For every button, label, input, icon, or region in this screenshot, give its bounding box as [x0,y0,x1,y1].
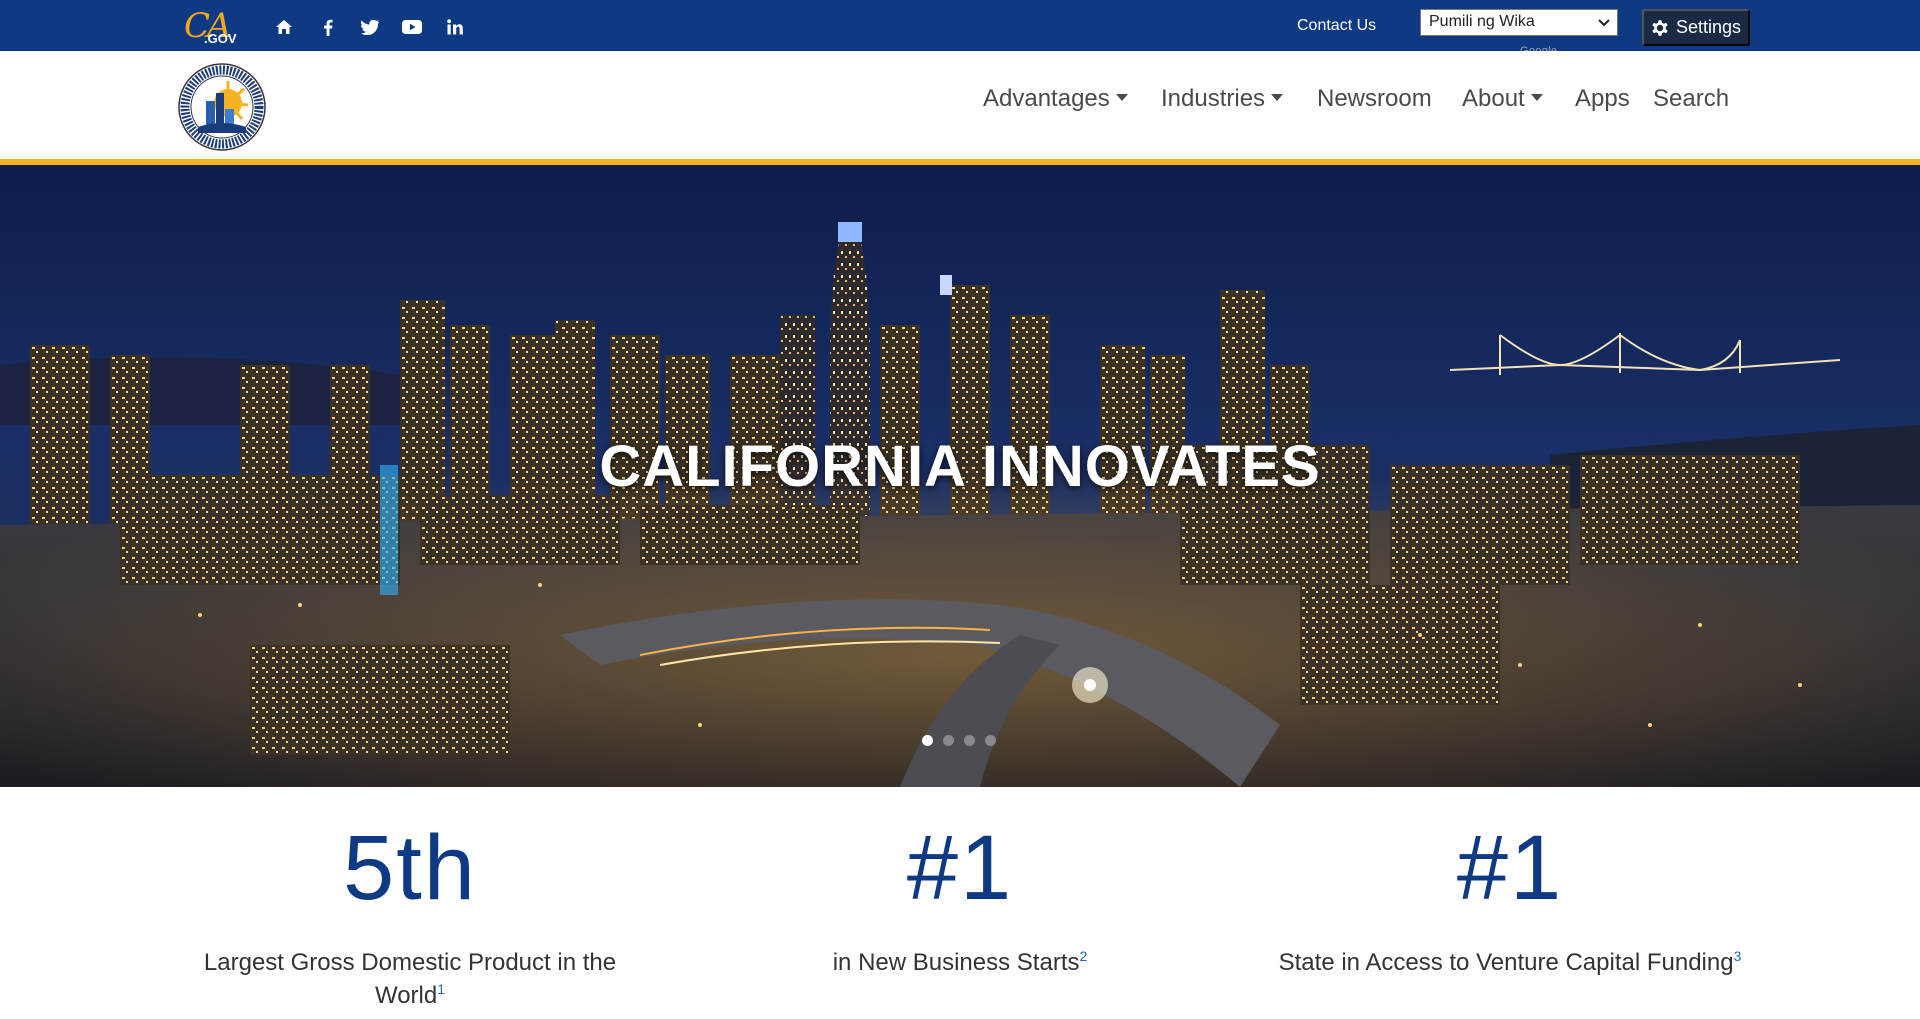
nav-item-industries[interactable]: Industries [1161,85,1284,113]
youtube-icon[interactable] [400,18,424,36]
carousel-indicators [922,735,996,746]
caret-down-icon [1530,93,1543,101]
hero-carousel[interactable]: CALIFORNIA INNOVATES [0,165,1920,787]
footnote-link[interactable]: 1 [437,981,445,997]
stat-value: #1 [906,817,1014,919]
carousel-dot[interactable] [922,735,933,746]
nav-item-label: Apps [1575,85,1630,112]
site-header: Advantages Industries Newsroom About App… [0,51,1920,159]
caret-down-icon [1271,93,1284,101]
facebook-icon[interactable] [318,18,338,36]
home-icon[interactable] [274,18,294,36]
footnote-link[interactable]: 2 [1079,948,1087,964]
stat-value: 5th [343,817,477,919]
hero-title: CALIFORNIA INNOVATES [599,434,1321,499]
nav-item-label: Advantages [983,85,1110,112]
go-biz-seal-logo[interactable] [178,63,266,151]
utility-bar: CA .GOV Contact Us Pumili ng Wika Google… [0,0,1920,57]
ca-gov-logo[interactable]: CA .GOV [184,6,240,46]
carousel-dot[interactable] [985,735,996,746]
stat-card-gdp: 5th Largest Gross Domestic Product in th… [170,822,650,1012]
language-select[interactable]: Pumili ng Wika [1420,9,1618,36]
nav-item-label: Search [1653,85,1730,112]
stat-description: in New Business Starts2 [832,948,1088,976]
nav-item-newsroom[interactable]: Newsroom [1317,85,1432,113]
chevron-down-icon [1598,19,1610,27]
stat-value: #1 [1456,817,1564,919]
stat-description: State in Access to Venture Capital Fundi… [1278,948,1742,976]
language-select-value: Pumili ng Wika [1429,13,1535,30]
nav-item-apps[interactable]: Apps [1575,85,1630,113]
contact-us-link[interactable]: Contact Us [1297,17,1376,35]
nav-item-label: About [1462,85,1525,112]
carousel-dot[interactable] [964,735,975,746]
nav-item-label: Newsroom [1317,85,1432,112]
nav-item-about[interactable]: About [1462,85,1543,113]
settings-button[interactable]: Settings [1642,9,1750,46]
stat-card-business-starts: #1 in New Business Starts2 [720,822,1200,979]
gear-icon [1652,19,1668,36]
carousel-dot[interactable] [943,735,954,746]
footnote-link[interactable]: 3 [1734,948,1742,964]
settings-label: Settings [1676,17,1742,37]
stat-description: Largest Gross Domestic Product in the Wo… [203,949,617,1009]
caret-down-icon [1115,93,1128,101]
nav-item-search[interactable]: Search [1653,85,1729,113]
nav-item-label: Industries [1161,85,1266,112]
logo-gov-text: .GOV [204,31,237,46]
twitter-icon[interactable] [359,18,381,36]
nav-item-advantages[interactable]: Advantages [983,85,1128,113]
linkedin-icon[interactable] [445,18,465,36]
stat-card-venture-capital: #1 State in Access to Venture Capital Fu… [1270,822,1750,979]
